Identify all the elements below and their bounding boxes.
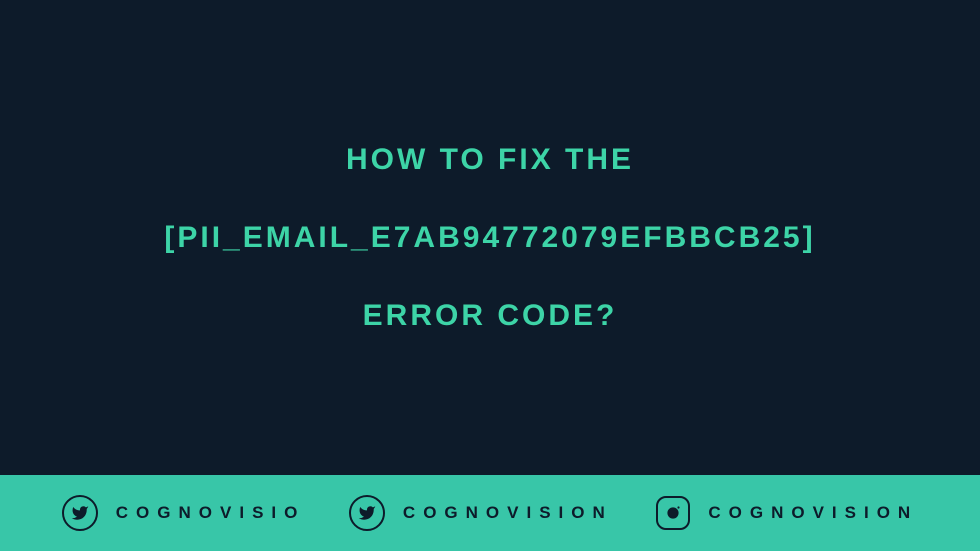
- social-label: COGNOVISIO: [116, 503, 306, 523]
- main-content: HOW TO FIX THE [PII_EMAIL_E7AB94772079EF…: [0, 0, 980, 475]
- twitter-icon: [349, 495, 385, 531]
- social-item-twitter-2[interactable]: COGNOVISION: [349, 495, 613, 531]
- social-item-instagram[interactable]: COGNOVISION: [656, 496, 918, 530]
- social-item-twitter-1[interactable]: COGNOVISIO: [62, 495, 306, 531]
- social-label: COGNOVISION: [403, 503, 613, 523]
- heading-line-2: [PII_EMAIL_E7AB94772079EFBBCB25]: [164, 217, 815, 259]
- twitter-icon: [62, 495, 98, 531]
- instagram-icon: [656, 496, 690, 530]
- heading-line-3: ERROR CODE?: [363, 295, 618, 337]
- heading-line-1: HOW TO FIX THE: [346, 139, 634, 181]
- social-label: COGNOVISION: [708, 503, 918, 523]
- footer-bar: COGNOVISIO COGNOVISION COGNOVISION: [0, 475, 980, 551]
